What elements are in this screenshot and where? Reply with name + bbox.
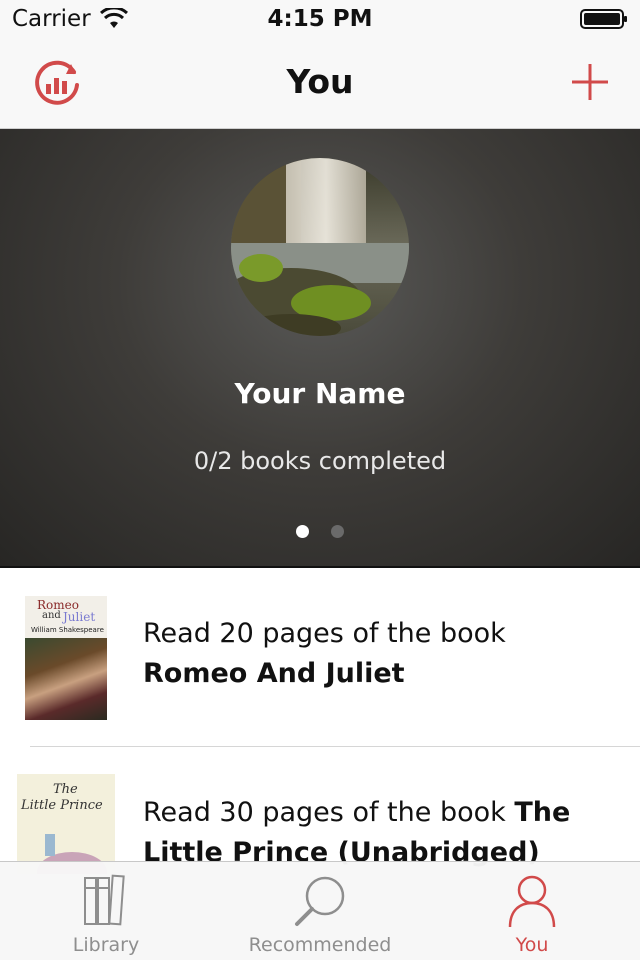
tab-label: Library (72, 934, 140, 956)
person-icon (508, 875, 556, 928)
cover-title-line: and (42, 610, 61, 621)
cover-illustration (25, 638, 107, 720)
cover-author: William Shakespeare (31, 626, 104, 634)
cover-title-line: Little Prince (21, 798, 103, 813)
plus-icon[interactable] (570, 62, 610, 102)
goal-list-item[interactable]: Romeo and Juliet William Shakespeare Rea… (0, 568, 640, 746)
cover-title-line: The (53, 782, 78, 797)
book-cover-romeo-and-juliet: Romeo and Juliet William Shakespeare (25, 596, 107, 720)
goal-prefix: Read 30 pages of the book (143, 797, 506, 828)
magnifier-icon (295, 876, 345, 926)
page-indicator[interactable] (0, 523, 640, 542)
page-dot-active[interactable] (296, 525, 310, 538)
cover-title-line: Juliet (63, 610, 96, 624)
tab-library[interactable]: Library (36, 862, 176, 960)
status-bar: Carrier 4:15 PM (0, 0, 640, 40)
tab-label: Recommended (248, 934, 392, 956)
tab-bar: Library Recommended You (0, 861, 640, 960)
goal-description: Read 20 pages of the book Romeo And Juli… (143, 614, 600, 694)
library-books-icon (84, 874, 125, 926)
page-dot-inactive[interactable] (330, 525, 344, 538)
tab-you[interactable]: You (472, 862, 592, 960)
cover-illustration (45, 834, 55, 856)
profile-header: Your Name 0/2 books completed (0, 129, 640, 568)
book-cover-little-prince: The Little Prince (17, 774, 115, 874)
tab-label: You (515, 934, 549, 956)
status-time: 4:15 PM (267, 6, 373, 32)
books-completed-label: 0/2 books completed (193, 447, 447, 475)
navigation-bar: You (0, 40, 640, 129)
profile-name[interactable]: Your Name (0, 377, 640, 410)
page-title: You (286, 62, 354, 101)
battery-icon (580, 9, 627, 29)
tab-recommended[interactable]: Recommended (230, 862, 410, 960)
avatar[interactable] (231, 158, 409, 336)
goal-book-title: Romeo And Juliet (143, 658, 405, 689)
goal-prefix: Read 20 pages of the book (143, 618, 506, 649)
goal-list-item[interactable]: The Little Prince Read 30 pages of the b… (0, 747, 640, 874)
screen: Carrier 4:15 PM You Your Name 0/2 books … (0, 0, 640, 960)
